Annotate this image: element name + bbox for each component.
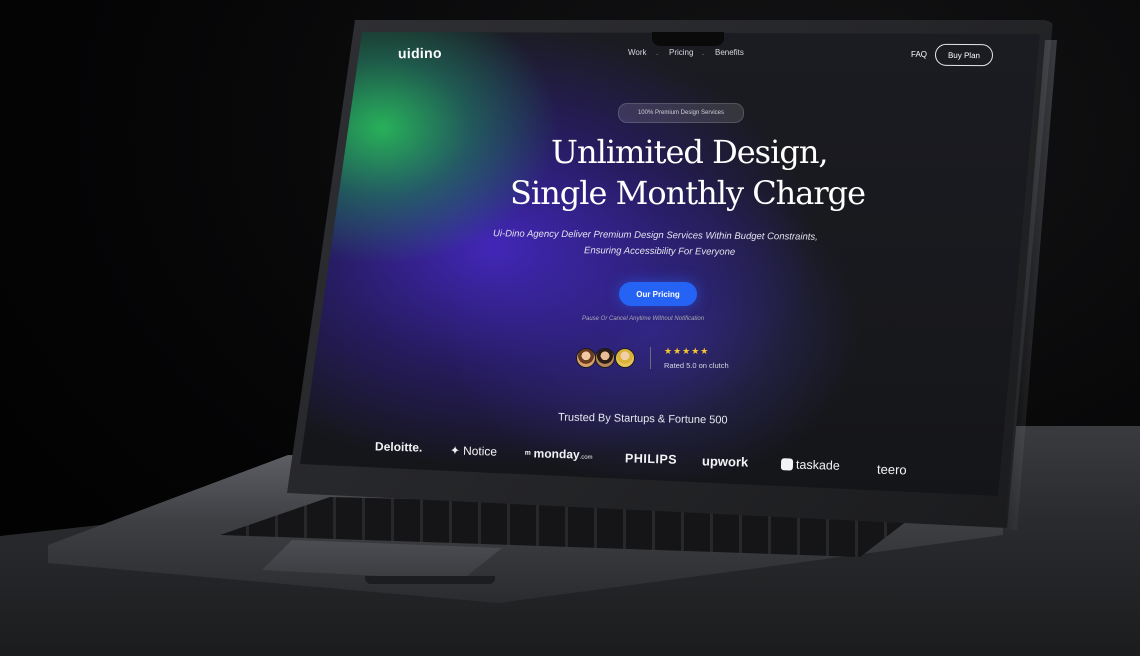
nav-work[interactable]: Work [628,48,647,57]
our-pricing-button[interactable]: Our Pricing [619,282,697,306]
avatar [576,348,596,368]
nav-separator: . [702,48,705,57]
brand-monday: ᵐ monday.com [525,446,593,462]
rating-stars: ★★★★★ [664,346,710,356]
sparkle-icon: ✦ [449,443,461,458]
nav-benefits[interactable]: Benefits [715,48,744,57]
hero-subtitle-line2: Ensuring Accessibility For Everyone [583,245,736,258]
nav-faq[interactable]: FAQ [911,50,927,59]
avatar [615,348,635,368]
rating-divider [650,347,651,369]
brand-philips: PHILIPS [624,451,678,467]
laptop-front-notch [365,576,495,584]
brand-taskade: taskade [780,457,840,473]
brand-notice-label: Notice [462,443,498,459]
brand-deloitte: Deloitte. [374,439,423,455]
brand-monday-suffix: .com [579,454,593,461]
brand-taskade-label: taskade [795,457,840,473]
hero-headline-line2: Single Monthly Charge [510,174,866,212]
avatar [595,348,615,368]
brand-teero: teero [876,461,907,478]
premium-badge: 100% Premium Design Services [618,103,744,123]
nav-separator: . [656,48,659,57]
cta-note: Pause Or Cancel Anytime Without Notifica… [582,316,705,322]
hero-headline-line1: Unlimited Design, [551,133,829,171]
camera-notch [652,32,724,46]
site-logo[interactable]: uidino [398,45,442,61]
laptop-screen [300,32,1040,496]
brand-monday-label: monday [533,446,580,462]
buy-plan-button[interactable]: Buy Plan [934,43,994,67]
nav-pricing[interactable]: Pricing [669,48,693,57]
taskade-logo-icon [780,458,794,471]
brand-notice: ✦ Notice [450,443,497,458]
rating-text: Rated 5.0 on clutch [664,361,729,370]
brand-upwork: upwork [701,453,749,470]
monday-logo-icon: ᵐ [524,449,531,461]
